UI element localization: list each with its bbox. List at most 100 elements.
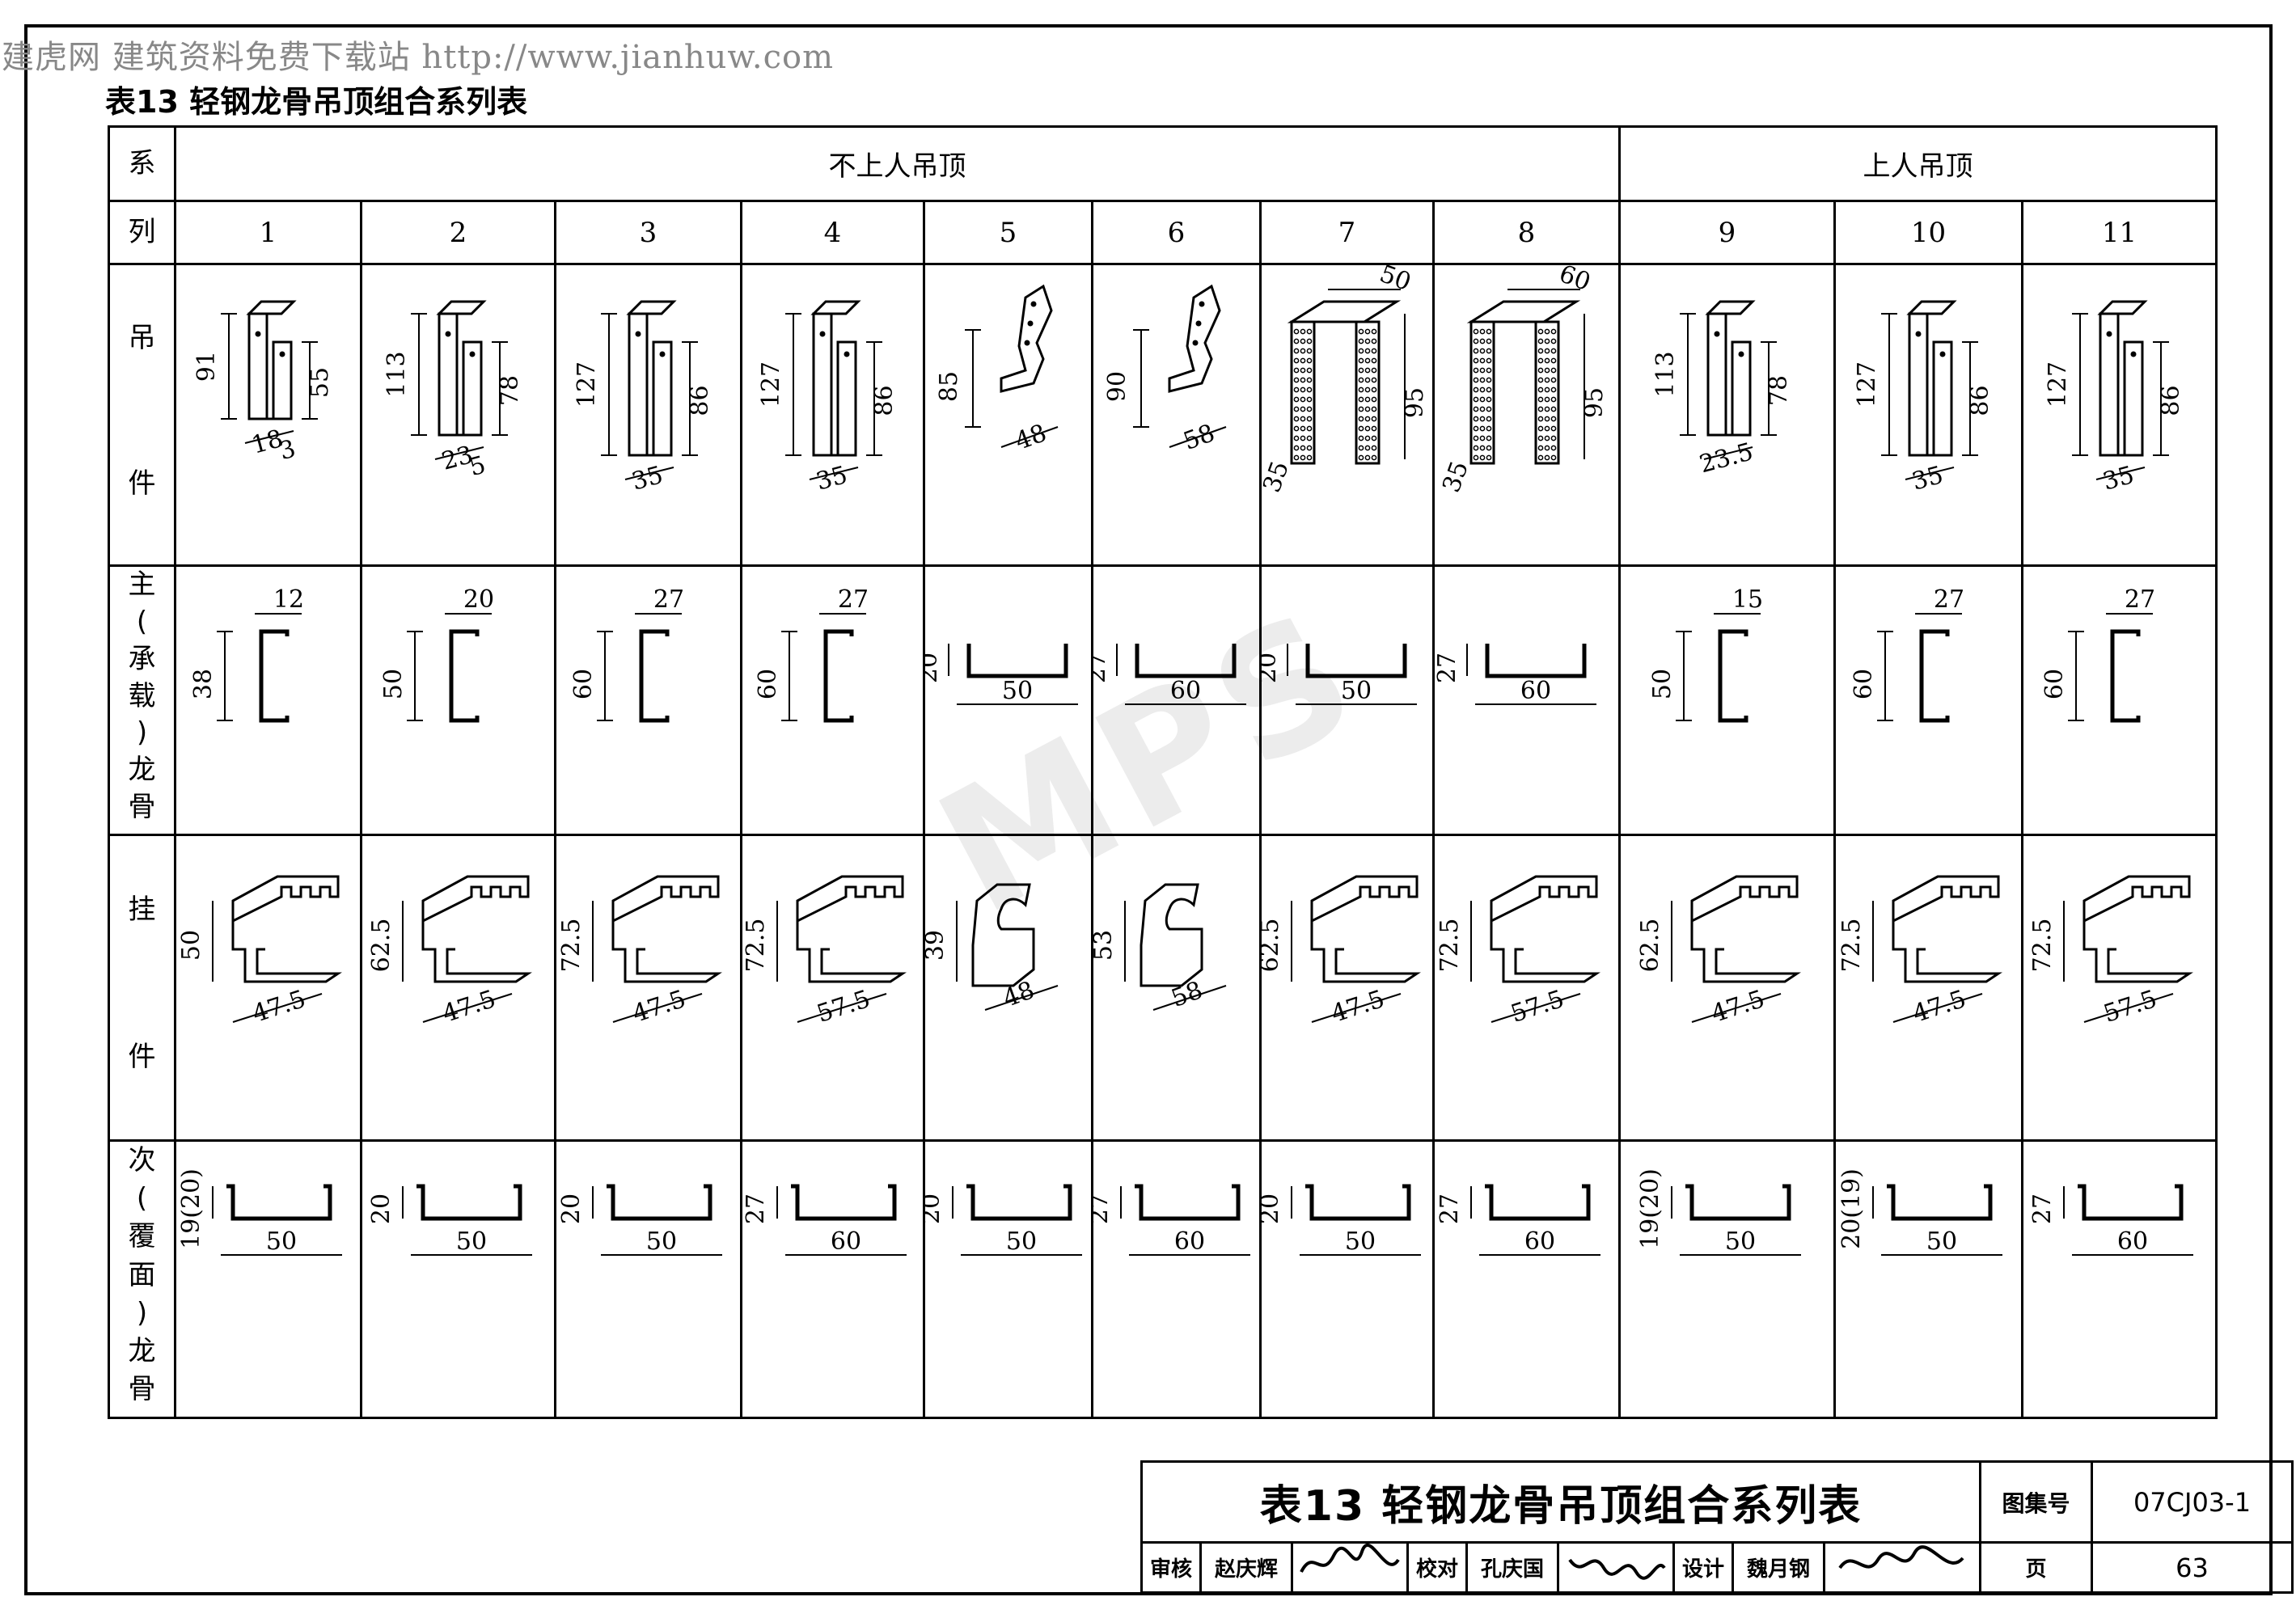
dimension-label: 60 xyxy=(2040,669,2069,699)
secondary-cell: 27 60 xyxy=(1091,1139,1262,1419)
dimension-label: 27 xyxy=(742,1193,770,1224)
hanger-drawing: 127 86 35 xyxy=(573,300,714,496)
dimension-label: 47.5 xyxy=(1328,985,1388,1029)
dimension-label: 47.5 xyxy=(1909,985,1969,1029)
dimension-label: 86 xyxy=(686,385,714,416)
hanger-cell: 50 95 35 xyxy=(1259,263,1435,567)
dimension-label: 50 xyxy=(1725,1227,1756,1256)
dimension-label: 62.5 xyxy=(1636,919,1664,973)
secondary-cell: 20(19) 50 xyxy=(1833,1139,2023,1419)
row-title-clip: 挂件 xyxy=(108,834,176,1142)
main-cell: 20 50 xyxy=(923,564,1093,836)
dimension-label: 50 xyxy=(379,669,408,699)
dimension-label: 27 xyxy=(1093,653,1111,683)
main-drawing: 27 60 xyxy=(1436,644,1596,705)
dimension-label: 57.5 xyxy=(814,985,873,1029)
dimension-label: 50 xyxy=(1002,677,1033,705)
main-cell: 60 27 xyxy=(554,564,742,836)
dimension-label: 60 xyxy=(831,1227,861,1256)
review-label: 审核 xyxy=(1140,1541,1202,1594)
clip-drawing: 72.5 47.5 xyxy=(1837,875,2002,1029)
dimension-label: 35 xyxy=(1437,458,1474,496)
secondary-drawing: 2050 xyxy=(367,1184,532,1256)
group-person-header: 上人吊顶 xyxy=(1618,125,2218,202)
dimension-label: 50 xyxy=(177,930,205,961)
row-title-char: 主 xyxy=(128,568,156,602)
dimension-label: 72.5 xyxy=(1837,919,1866,973)
row-title-hanger: 吊件 xyxy=(108,263,176,567)
main-drawing: 27 60 xyxy=(1093,644,1246,705)
dimension-label: 39 xyxy=(925,930,949,961)
clip-cell: 62.5 47.5 xyxy=(1259,834,1435,1142)
secondary-cell: 27 60 xyxy=(1432,1139,1621,1419)
dimension-label: 86 xyxy=(2157,385,2185,416)
main-cell: 27 60 xyxy=(1091,564,1262,836)
dimension-label: 20 xyxy=(925,1193,945,1224)
checker-name: 孔庆国 xyxy=(1465,1541,1559,1594)
series-number: 4 xyxy=(740,200,925,265)
dimension-label: 48 xyxy=(1012,419,1051,456)
design-label: 设计 xyxy=(1672,1541,1734,1594)
hanger-cell: 113 78 23 5 xyxy=(360,263,556,567)
dimension-label: 20 xyxy=(925,653,943,683)
clip-drawing: 62.5 47.5 xyxy=(1263,875,1421,1029)
dimension-label: 35 xyxy=(1262,458,1295,496)
main-drawing: 50 15 xyxy=(1648,585,1763,723)
main-cell: 60 27 xyxy=(2021,564,2218,836)
clip-drawing: 72.5 57.5 xyxy=(742,875,907,1029)
dimension-label: 60 xyxy=(1850,669,1878,699)
hanger-cell: 90 58 xyxy=(1091,263,1262,567)
dimension-label: 35 xyxy=(1909,461,1947,496)
hanger-drawing: 127 86 35 xyxy=(757,300,899,496)
series-number: 6 xyxy=(1091,200,1262,265)
row-title-char: 龙 xyxy=(128,1334,156,1367)
dimension-label: 113 xyxy=(383,351,411,397)
atlas-number: 07CJ03-1 xyxy=(2091,1460,2294,1544)
dimension-label: 27 xyxy=(1934,585,1964,614)
dimension-label: 27 xyxy=(2125,585,2155,614)
row-title-char: 龙 xyxy=(128,753,156,786)
dimension-label: 72.5 xyxy=(742,919,770,973)
series-number: 3 xyxy=(554,200,742,265)
hanger-cell: 127 86 35 xyxy=(2021,263,2218,567)
main-drawing: 50 20 xyxy=(379,585,494,723)
dimension-label: 58 xyxy=(1168,976,1207,1013)
secondary-cell: 27 60 xyxy=(2021,1139,2218,1419)
dimension-label: 91 xyxy=(192,351,221,382)
dimension-label: 86 xyxy=(1966,385,1994,416)
hanger-drawing: 90 58 xyxy=(1103,284,1227,456)
hanger-drawing: 113 78 23.5 xyxy=(1651,300,1793,479)
hanger-cell: 127 86 35 xyxy=(554,263,742,567)
table-caption: 表13 轻钢龙骨吊顶组合系列表 xyxy=(105,84,528,120)
dimension-label: 86 xyxy=(870,385,899,416)
designer-signature xyxy=(1823,1541,1981,1594)
clip-cell: 72.5 47.5 xyxy=(1833,834,2023,1142)
title-block: 表13 轻钢龙骨吊顶组合系列表 图集号 07CJ03-1 审核 赵庆辉 校对 孔… xyxy=(1140,1460,2294,1594)
dimension-label: 3 xyxy=(277,434,299,466)
dimension-label: 27 xyxy=(653,585,684,614)
dimension-label: 53 xyxy=(1093,930,1118,961)
series-header-top: 系 xyxy=(108,125,176,202)
reviewer-name: 赵庆辉 xyxy=(1199,1541,1293,1594)
dimension-label: 60 xyxy=(754,669,782,699)
dimension-label: 50 xyxy=(1926,1227,1957,1256)
dimension-label: 23.5 xyxy=(1697,437,1757,479)
hanger-cell: 85 48 xyxy=(923,263,1093,567)
dimension-label: 35 xyxy=(2100,461,2137,496)
series-number: 11 xyxy=(2021,200,2218,265)
dimension-label: 50 xyxy=(456,1227,487,1256)
secondary-cell: 20 50 xyxy=(360,1139,556,1419)
hanger-cell: 127 86 35 xyxy=(1833,263,2023,567)
series-number: 9 xyxy=(1618,200,1836,265)
series-number: 7 xyxy=(1259,200,1435,265)
dimension-label: 50 xyxy=(1006,1227,1037,1256)
dimension-label: 78 xyxy=(496,375,524,406)
hanger-cell: 113 78 23.5 xyxy=(1618,263,1836,567)
clip-drawing: 39 48 xyxy=(925,883,1059,1013)
secondary-drawing: 19(20) 50 xyxy=(178,1168,342,1256)
dimension-label: 127 xyxy=(573,361,601,408)
row-title-char: 件 xyxy=(128,467,156,500)
dimension-label: 27 xyxy=(2028,1193,2057,1224)
clip-drawing: 72.5 57.5 xyxy=(2028,875,2193,1029)
page-label: 页 xyxy=(1979,1541,2093,1594)
